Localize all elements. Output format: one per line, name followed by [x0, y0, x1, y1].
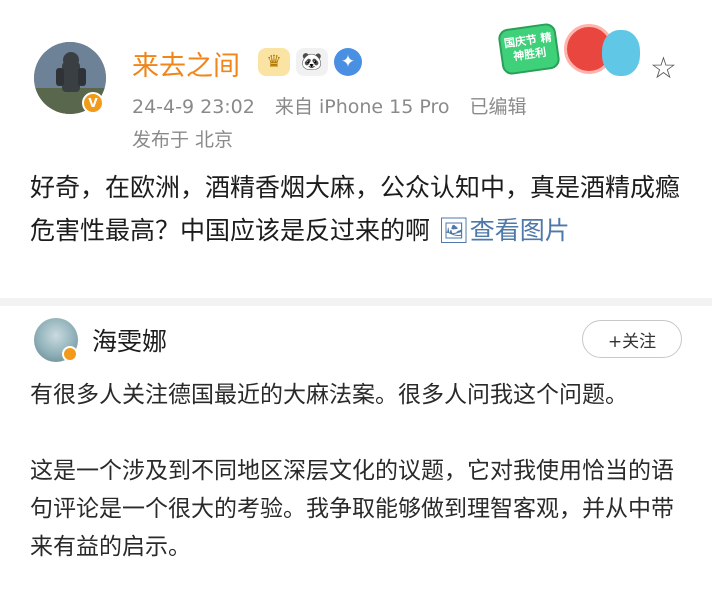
quoted-body: 有很多人关注德国最近的大麻法案。很多人问我这个问题。 这是一个涉及到不同地区深层… [30, 376, 690, 566]
image-icon: 🖼 [437, 216, 470, 245]
post-body: 好奇，在欧洲，酒精香烟大麻，公众认知中，真是酒精成瘾危害性最高？中国应该是反过来… [30, 166, 690, 252]
gold-badge-icon[interactable]: ♛ [258, 48, 290, 76]
section-divider [0, 298, 712, 306]
post-timestamp: 24-4-9 23:02 [132, 96, 255, 118]
view-image-link[interactable]: 🖼查看图片 [438, 216, 570, 245]
post-text: 好奇，在欧洲，酒精香烟大麻，公众认知中，真是酒精成瘾危害性最高？中国应该是反过来… [30, 173, 681, 245]
weibo-post: V 来去之间 ♛ 🐼 ✦ 24-4-9 23:02 来自 iPhone 15 P… [0, 0, 712, 300]
blue-badge-icon[interactable]: ✦ [334, 48, 362, 76]
view-image-label: 查看图片 [469, 216, 570, 245]
panda-icon[interactable]: 🐼 [296, 48, 328, 76]
sticker-tag: 国庆节 精神胜利 [497, 22, 561, 76]
verified-badge-icon: V [82, 92, 104, 114]
post-location: 发布于 北京 [132, 129, 234, 151]
user-badges: ♛ 🐼 ✦ [258, 48, 362, 76]
quoted-author-name[interactable]: 海雯娜 [92, 322, 167, 358]
star-icon[interactable]: ☆ [650, 54, 677, 84]
post-meta: 24-4-9 23:02 来自 iPhone 15 Pro 已编辑 [132, 92, 541, 119]
sticker-mascot-blue [602, 30, 640, 76]
quoted-paragraph-1: 有很多人关注德国最近的大麻法案。很多人问我这个问题。 [30, 382, 628, 408]
quoted-verified-badge-icon [62, 346, 78, 362]
author-name[interactable]: 来去之间 [132, 44, 240, 83]
quoted-paragraph-2: 这是一个涉及到不同地区深层文化的议题，它对我使用恰当的语句评论是一个很大的考验。… [30, 458, 674, 560]
post-source: 来自 iPhone 15 Pro [274, 96, 450, 118]
holiday-sticker: 国庆节 精神胜利 [497, 20, 650, 90]
follow-button[interactable]: +关注 [582, 320, 682, 358]
post-edited[interactable]: 已编辑 [470, 96, 527, 118]
